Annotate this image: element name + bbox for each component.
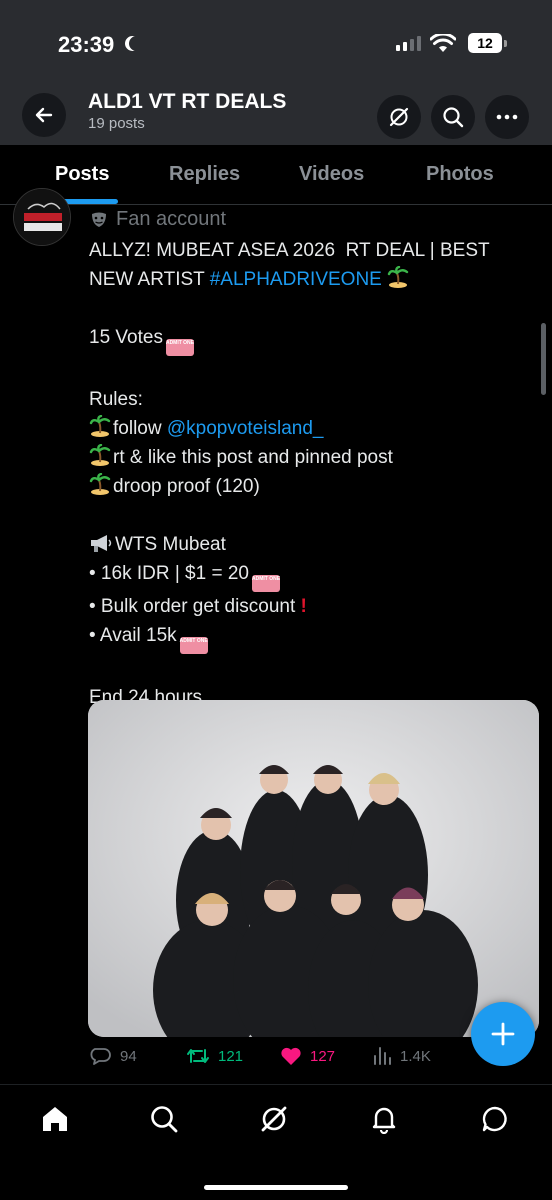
grok-button[interactable] — [377, 95, 421, 139]
exclamation-icon: ! — [300, 596, 307, 617]
rules-heading: Rules: — [89, 389, 143, 410]
bulk-line: • Bulk order get discount ! — [89, 596, 307, 617]
price-line: • 16k IDR | $1 = 20 ADMIT ONE — [89, 559, 539, 592]
post-image[interactable] — [88, 700, 539, 1037]
avail-line: • Avail 15k ADMIT ONE — [89, 621, 539, 654]
wifi-icon — [430, 34, 456, 52]
repost-icon — [187, 1049, 209, 1063]
profile-header: ALD1 VT RT DEALS 19 posts — [0, 90, 552, 145]
clock: 23:39 — [58, 32, 115, 57]
theater-mask-icon — [92, 212, 106, 227]
post-title-line1: ALLYZ! MUBEAT ASEA 2026 RT DEAL | BEST — [89, 240, 490, 261]
post-actions: 94 121 127 1.4K — [90, 1046, 530, 1074]
views-button[interactable]: 1.4K — [372, 1046, 431, 1066]
ticket-emoji-icon: ADMIT ONE — [251, 575, 280, 592]
moon-icon — [129, 36, 144, 51]
tab-posts[interactable]: Posts — [55, 163, 109, 186]
plus-icon — [491, 1022, 515, 1046]
profile-name: ALD1 VT RT DEALS — [88, 90, 287, 113]
chat-bubble-icon — [482, 1106, 507, 1132]
reply-button[interactable]: 94 — [90, 1046, 137, 1066]
repost-count: 121 — [218, 1047, 244, 1065]
ticket-emoji-icon: ADMIT ONE — [179, 637, 208, 654]
battery-indicator: 12 — [468, 33, 507, 53]
nav-messages[interactable] — [477, 1101, 513, 1137]
more-icon — [496, 114, 518, 120]
tab-photos[interactable]: Photos — [426, 163, 494, 186]
profile-tabs: Posts Replies Videos Photos — [0, 145, 552, 205]
votes-line: 15 Votes ADMIT ONE — [89, 323, 539, 356]
like-button[interactable]: 127 — [280, 1046, 335, 1066]
grok-icon — [261, 1106, 287, 1132]
hashtag-link[interactable]: #ALPHADRIVEONE — [210, 269, 382, 290]
home-icon — [43, 1107, 67, 1131]
scrollbar[interactable] — [541, 323, 546, 395]
nav-search[interactable] — [146, 1101, 182, 1137]
reply-icon — [90, 1048, 111, 1065]
tab-videos[interactable]: Videos — [299, 163, 364, 186]
fan-account-text: Fan account — [116, 208, 227, 230]
views-icon — [374, 1047, 391, 1065]
search-icon — [151, 1106, 178, 1133]
group-photo — [88, 700, 539, 1037]
post-title-line2: NEW ARTIST #ALPHADRIVEONE — [89, 265, 539, 294]
rule-follow: follow @kpopvoteisland_ — [89, 414, 539, 443]
tab-replies[interactable]: Replies — [169, 163, 240, 186]
status-bar: 23:39 12 — [0, 0, 552, 90]
rule-proof: droop proof (120) — [89, 472, 539, 501]
mention-link[interactable]: @kpopvoteisland_ — [167, 418, 324, 439]
like-count: 127 — [310, 1047, 336, 1065]
grok-icon — [389, 107, 409, 127]
more-options-button[interactable] — [485, 95, 529, 139]
search-icon — [443, 107, 464, 128]
reply-count: 94 — [120, 1047, 137, 1065]
cellular-signal-icon — [396, 36, 421, 51]
post-text: ALLYZ! MUBEAT ASEA 2026 RT DEAL | BEST N… — [89, 236, 539, 712]
heart-icon — [281, 1047, 301, 1065]
home-indicator[interactable] — [204, 1185, 348, 1190]
nav-home[interactable] — [37, 1101, 73, 1137]
account-label: Fan account — [90, 208, 226, 231]
avatar-logo — [14, 189, 70, 245]
compose-button[interactable] — [471, 1002, 535, 1066]
island-emoji-icon — [89, 415, 111, 437]
post-count: 19 posts — [88, 115, 145, 132]
nav-grok[interactable] — [256, 1101, 292, 1137]
back-button[interactable] — [22, 93, 66, 137]
view-count: 1.4K — [400, 1047, 431, 1065]
bell-icon — [372, 1107, 396, 1134]
island-emoji-icon — [89, 444, 111, 466]
rule-rt-like: rt & like this post and pinned post — [89, 443, 539, 472]
nav-notifications[interactable] — [366, 1101, 402, 1137]
megaphone-icon — [91, 535, 112, 552]
ticket-emoji-icon: ADMIT ONE — [165, 339, 194, 356]
avatar[interactable] — [13, 188, 71, 246]
search-button[interactable] — [431, 95, 475, 139]
back-arrow-icon — [35, 107, 53, 123]
repost-button[interactable]: 121 — [186, 1046, 243, 1066]
island-emoji-icon — [89, 473, 111, 495]
bottom-navigation — [0, 1084, 552, 1200]
wts-line: WTS Mubeat — [89, 530, 539, 559]
island-emoji-icon — [387, 266, 409, 288]
